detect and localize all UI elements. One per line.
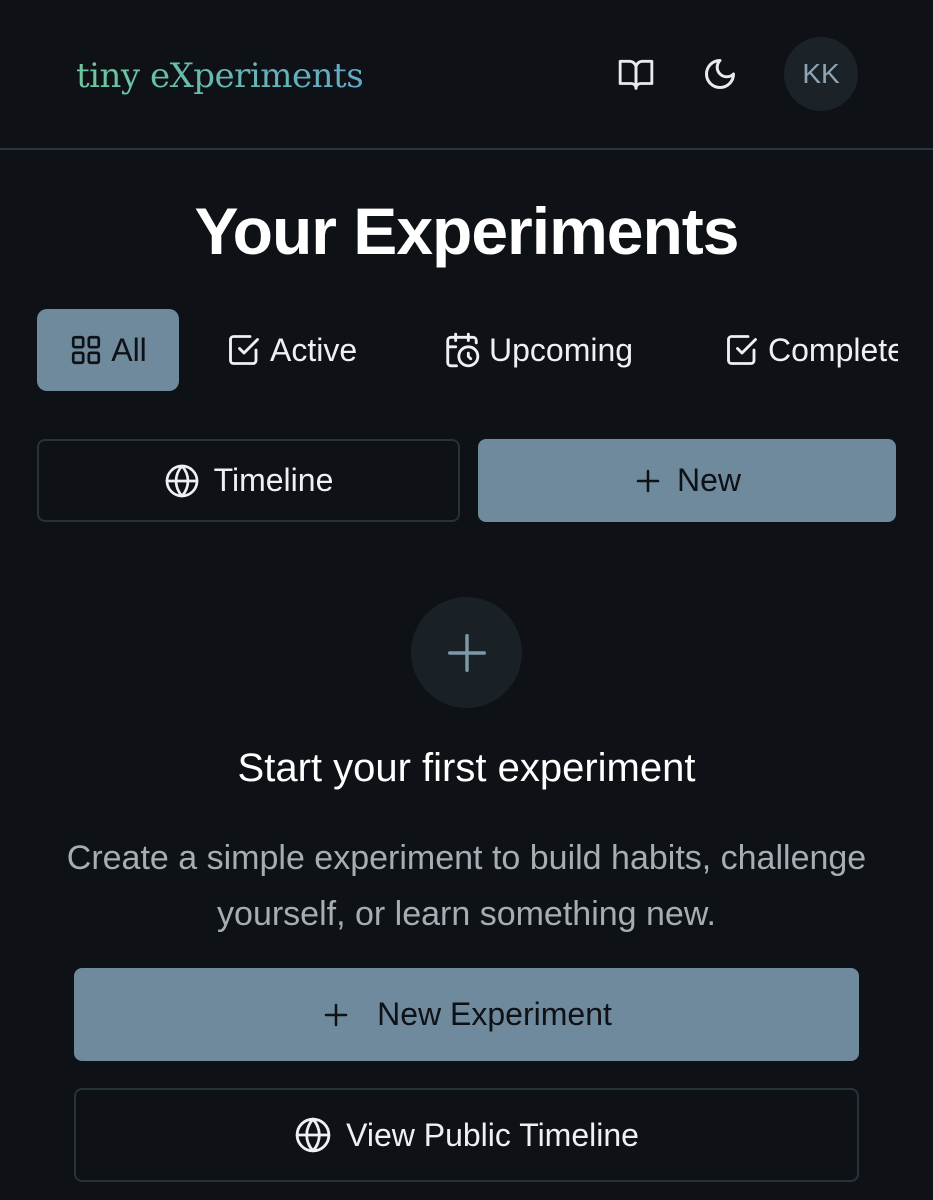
tab-active[interactable]: Active (226, 309, 357, 391)
tab-active-label: Active (270, 331, 358, 368)
plus-icon (633, 466, 663, 496)
new-experiment-button-label: New Experiment (377, 996, 612, 1032)
check-square-icon (226, 332, 262, 368)
plus-icon (321, 1000, 351, 1030)
user-avatar[interactable]: KK (784, 37, 858, 111)
globe-icon (294, 1116, 332, 1154)
empty-state-title: Start your first experiment (237, 746, 696, 790)
app-header: tiny eXperiments KK (0, 0, 933, 150)
app-logo[interactable]: tiny eXperiments (76, 52, 364, 100)
empty-state-description: Create a simple experiment to build habi… (66, 839, 867, 933)
tab-upcoming-label: Upcoming (489, 331, 634, 368)
view-public-timeline-button[interactable]: View Public Timeline (74, 1088, 859, 1182)
filter-tabs: All Active Upcoming Complete (0, 308, 898, 394)
new-experiment-button[interactable]: New Experiment (74, 968, 859, 1061)
tab-completed-label: Completed (768, 331, 898, 368)
tab-all-label: All (111, 331, 147, 368)
new-button[interactable]: New (478, 439, 896, 522)
view-public-timeline-button-label: View Public Timeline (346, 1116, 639, 1153)
tab-completed[interactable]: Completed (724, 309, 898, 391)
book-open-icon[interactable] (614, 52, 658, 96)
tab-upcoming[interactable]: Upcoming (443, 309, 633, 391)
timeline-button-label: Timeline (213, 462, 334, 498)
grid-icon (69, 333, 103, 367)
calendar-clock-icon (443, 331, 481, 369)
check-square-icon (724, 332, 760, 368)
timeline-button[interactable]: Timeline (37, 439, 460, 522)
globe-icon (164, 463, 200, 499)
empty-state-plus-icon (411, 597, 522, 708)
moon-icon[interactable] (698, 52, 742, 96)
page-title: Your Experiments (194, 194, 740, 268)
tab-all[interactable]: All (37, 309, 179, 391)
new-button-label: New (676, 462, 741, 498)
